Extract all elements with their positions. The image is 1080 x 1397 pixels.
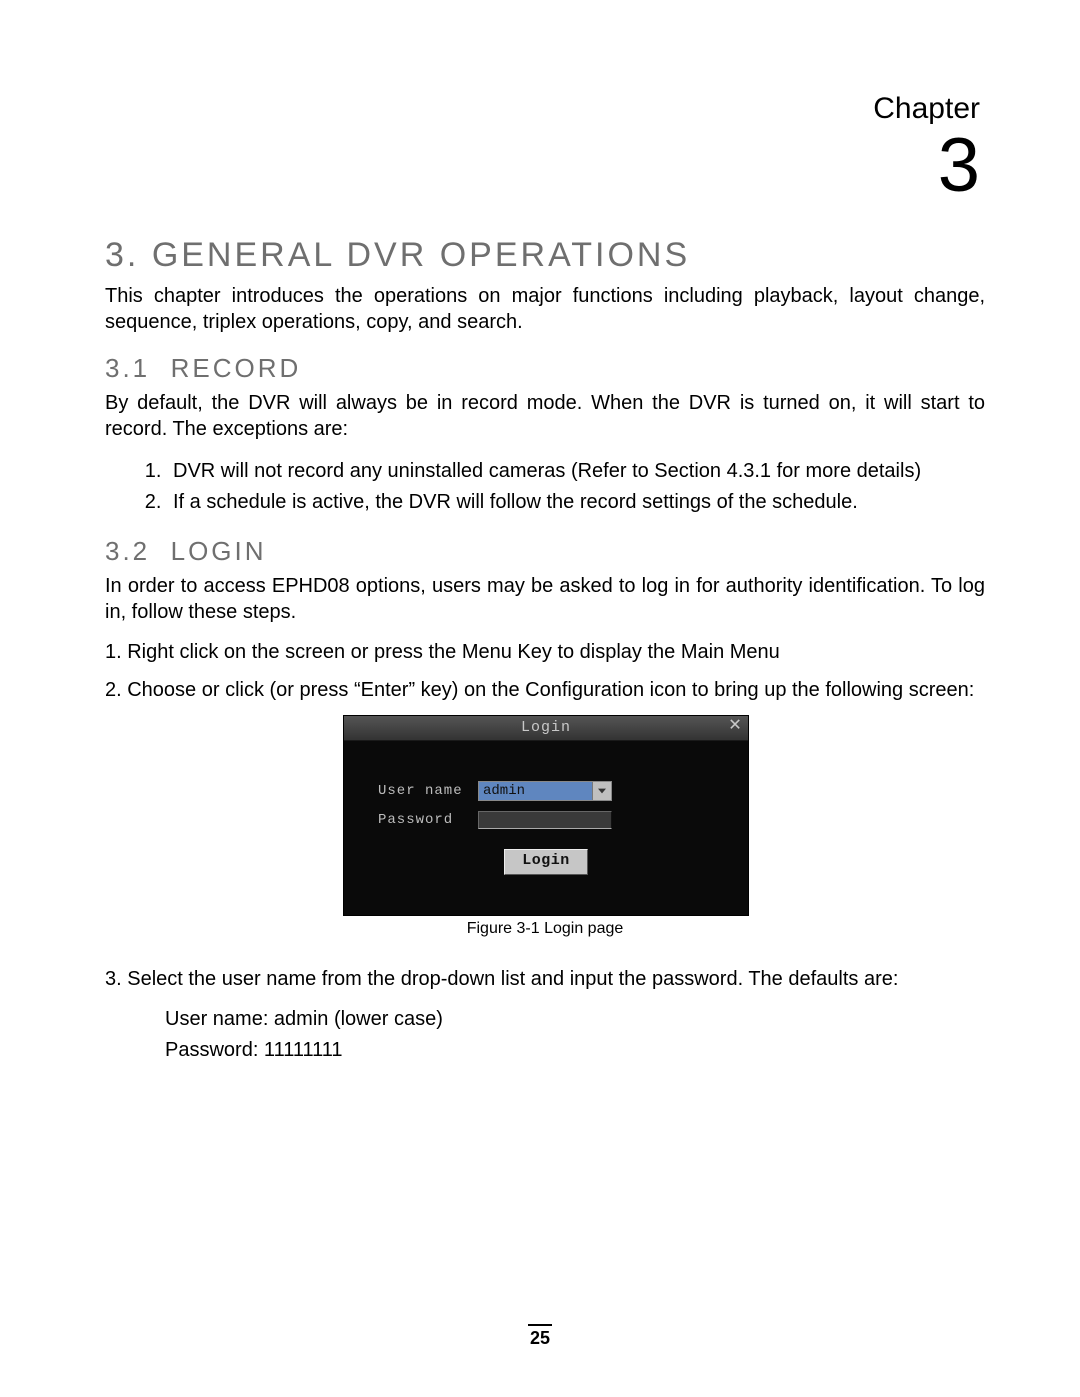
chevron-down-icon <box>592 782 611 800</box>
login-dialog-title: Login <box>344 716 748 740</box>
page-number: 25 <box>0 1328 1080 1349</box>
login-step-1: 1. Right click on the screen or press th… <box>105 639 985 665</box>
subsection-record-title: RECORD <box>171 353 302 383</box>
section-heading-title: GENERAL DVR OPERATIONS <box>152 236 690 274</box>
list-item: If a schedule is active, the DVR will fo… <box>167 487 985 518</box>
chapter-label: Chapter <box>873 92 980 126</box>
document-page: Chapter 3 3. GENERAL DVR OPERATIONS This… <box>0 0 1080 1397</box>
subsection-login-number: 3.2 <box>105 536 150 566</box>
login-step-3: 3. Select the user name from the drop-do… <box>105 966 985 992</box>
subsection-record-heading: 3.1 RECORD <box>105 353 985 384</box>
login-dialog: Login ✕ User name admin Password <box>343 715 749 916</box>
username-select[interactable]: admin <box>478 781 612 801</box>
chapter-marker: Chapter 3 <box>873 92 980 204</box>
login-defaults: User name: admin (lower case) Password: … <box>165 1004 985 1066</box>
record-intro: By default, the DVR will always be in re… <box>105 390 985 442</box>
login-figure: Login ✕ User name admin Password <box>343 715 747 938</box>
login-button-row: Login <box>378 849 714 875</box>
login-dialog-body: User name admin Password Login <box>344 741 748 915</box>
close-icon[interactable]: ✕ <box>724 716 746 738</box>
section-intro: This chapter introduces the operations o… <box>105 283 985 335</box>
page-footer: 25 <box>0 1324 1080 1349</box>
password-row: Password <box>378 811 714 829</box>
login-dialog-titlebar: Login ✕ <box>344 716 748 741</box>
subsection-login-heading: 3.2 LOGIN <box>105 536 985 567</box>
username-row: User name admin <box>378 781 714 801</box>
password-label: Password <box>378 812 478 828</box>
subsection-record-number: 3.1 <box>105 353 150 383</box>
login-button[interactable]: Login <box>504 849 588 875</box>
default-username-line: User name: admin (lower case) <box>165 1004 985 1035</box>
password-input[interactable] <box>478 811 612 829</box>
username-select-value: admin <box>483 783 525 799</box>
section-heading-number: 3. <box>105 236 139 274</box>
figure-caption: Figure 3-1 Login page <box>343 920 747 938</box>
record-exception-list: DVR will not record any uninstalled came… <box>105 456 985 518</box>
footer-rule <box>528 1324 552 1326</box>
section-heading: 3. GENERAL DVR OPERATIONS <box>105 236 985 275</box>
login-step-2: 2. Choose or click (or press “Enter” key… <box>105 677 985 703</box>
subsection-login-title: LOGIN <box>171 536 267 566</box>
username-label: User name <box>378 783 478 799</box>
chapter-number: 3 <box>873 128 980 204</box>
default-password-line: Password: 11111111 <box>165 1035 985 1066</box>
login-intro: In order to access EPHD08 options, users… <box>105 573 985 625</box>
list-item: DVR will not record any uninstalled came… <box>167 456 985 487</box>
